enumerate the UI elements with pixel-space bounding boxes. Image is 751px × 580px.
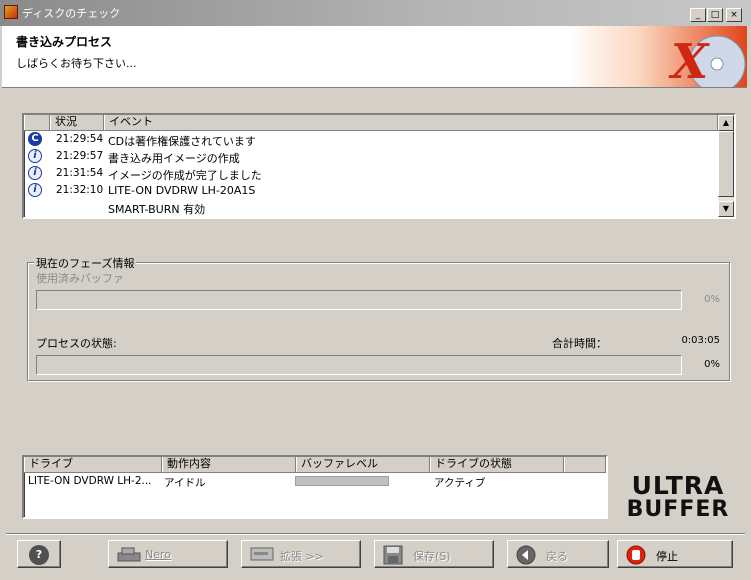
column-header-drive[interactable]: ドライブ — [24, 457, 162, 472]
save-button[interactable]: 保存(S) — [374, 540, 494, 568]
column-header-action[interactable]: 動作内容 — [162, 457, 296, 472]
column-header-extra[interactable] — [564, 457, 606, 472]
process-progress-bar — [36, 355, 682, 375]
event-text: LITE-ON DVDRW LH-20A1S — [108, 184, 256, 197]
info-icon: i — [28, 166, 42, 180]
scroll-down-arrow-icon[interactable]: ▼ — [718, 201, 734, 217]
back-button[interactable]: 戻る — [507, 540, 609, 568]
drive-list-header: ドライブ 動作内容 バッファレベル ドライブの状態 — [24, 457, 606, 473]
event-list-scrollbar[interactable]: ▲ ▼ — [718, 115, 734, 217]
nero-button-label: Nero — [145, 548, 172, 561]
drive-icon — [250, 545, 274, 563]
copyright-icon: C — [28, 132, 42, 146]
event-time: 21:29:54 — [56, 133, 104, 145]
list-item[interactable]: i 21:31:54 イメージの作成が完了しました — [24, 165, 720, 182]
buffer-percent: 0% — [704, 294, 720, 305]
event-time: 21:32:10 — [56, 184, 104, 196]
column-header-icon[interactable] — [24, 115, 50, 130]
drive-status: アクティブ — [434, 477, 486, 489]
drive-name: LITE-ON DVDRW LH-2... — [28, 475, 152, 487]
event-time: 21:29:57 — [56, 150, 104, 162]
info-icon: i — [28, 183, 42, 197]
list-item[interactable]: i 21:32:10 LITE-ON DVDRW LH-20A1S — [24, 182, 720, 199]
event-text: CDは著作権保護されています — [108, 135, 256, 148]
info-icon: i — [28, 149, 42, 163]
list-item[interactable]: SMART-BURN 有効 — [24, 199, 720, 216]
drive-action: アイドル — [164, 477, 206, 489]
help-button[interactable]: ? — [17, 540, 61, 568]
stop-hand-icon — [626, 545, 646, 565]
event-text: SMART-BURN 有効 — [108, 203, 206, 216]
event-list[interactable]: 状況 イベント C 21:29:54 CDは著作権保護されています i 21:2… — [22, 113, 736, 219]
app-icon — [4, 5, 18, 19]
svg-text:X: X — [668, 34, 710, 88]
event-time: 21:31:54 — [56, 167, 104, 179]
event-text: イメージの作成が完了しました — [108, 169, 262, 182]
close-button[interactable]: × — [726, 8, 742, 22]
process-percent: 0% — [704, 359, 720, 370]
expand-button[interactable]: 拡張 >> — [241, 540, 361, 568]
logo-line2: BUFFER — [627, 497, 730, 518]
total-time-value: 0:03:05 — [681, 335, 720, 346]
page-subtitle: しばらくお待ち下さい... — [16, 57, 137, 70]
stop-button[interactable]: 停止 — [617, 540, 733, 568]
drive-buffer-level-bar — [295, 476, 389, 486]
title-bar[interactable]: ディスクのチェック _ □ × — [0, 0, 751, 26]
ultrabuffer-logo: ULTRA BUFFER — [620, 470, 738, 522]
header-panel: 書き込みプロセス しばらくお待ち下さい... X — [2, 26, 747, 88]
event-text: 書き込み用イメージの作成 — [108, 152, 240, 165]
column-header-event[interactable]: イベント — [104, 115, 718, 130]
ultrabuffer-logo-icon: ULTRA BUFFER — [627, 471, 730, 522]
total-time-label: 合計時間： — [552, 337, 607, 350]
page-title: 書き込みプロセス — [16, 35, 113, 49]
process-status-label: プロセスの状態: — [36, 337, 117, 350]
list-item[interactable]: C 21:29:54 CDは著作権保護されています — [24, 131, 720, 148]
column-header-buffer-level[interactable]: バッファレベル — [296, 457, 430, 472]
back-button-label: 戻る — [546, 550, 568, 563]
scroll-up-arrow-icon[interactable]: ▲ — [718, 115, 734, 131]
nero-logo-icon: X — [567, 26, 747, 88]
save-disk-icon — [383, 545, 403, 565]
minimize-button[interactable]: _ — [690, 8, 706, 22]
buffer-progress-bar — [36, 290, 682, 310]
stop-button-label: 停止 — [656, 550, 678, 563]
nero-burn-icon — [117, 545, 141, 563]
list-item[interactable]: i 21:29:57 書き込み用イメージの作成 — [24, 148, 720, 165]
used-buffer-label: 使用済みバッファ — [36, 272, 124, 285]
column-header-status[interactable]: 状況 — [50, 115, 104, 130]
drive-list[interactable]: ドライブ 動作内容 バッファレベル ドライブの状態 LITE-ON DVDRW … — [22, 455, 608, 519]
back-arrow-icon — [516, 545, 536, 565]
column-header-drive-status[interactable]: ドライブの状態 — [430, 457, 564, 472]
nero-button[interactable]: Nero — [108, 540, 228, 568]
logo-line1: ULTRA — [632, 471, 725, 500]
nero-x-logo-icon: X — [668, 34, 746, 88]
help-icon: ? — [29, 545, 49, 565]
phase-info-legend: 現在のフェーズ情報 — [34, 255, 137, 271]
event-list-header: 状況 イベント — [24, 115, 734, 131]
window-title: ディスクのチェック — [22, 7, 121, 20]
save-button-label: 保存(S) — [413, 550, 451, 563]
scroll-thumb[interactable] — [718, 131, 734, 197]
expand-button-label: 拡張 >> — [280, 550, 324, 563]
maximize-button[interactable]: □ — [707, 8, 723, 22]
